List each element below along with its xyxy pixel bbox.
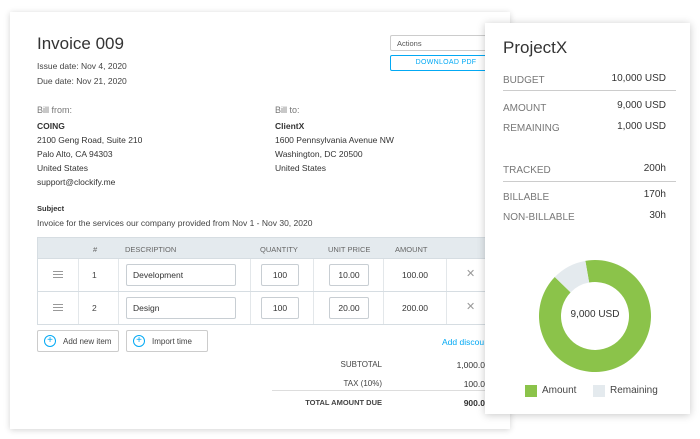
plus-circle-icon: +: [133, 335, 145, 347]
close-icon[interactable]: ✕: [466, 267, 475, 280]
column-divider: [313, 259, 314, 291]
column-divider: [78, 292, 79, 324]
stats-divider: [503, 90, 676, 91]
quantity-input[interactable]: 100: [261, 297, 299, 319]
total-due-label: TOTAL AMOUNT DUE: [305, 398, 382, 407]
issue-date: Issue date: Nov 4, 2020: [37, 61, 127, 71]
bill-to-line: United States: [275, 163, 327, 173]
row-amount: 200.00: [402, 303, 428, 313]
legend-swatch-amount: [525, 385, 537, 397]
tracked-label: TRACKED: [503, 165, 551, 176]
non-billable-value: 30h: [649, 210, 666, 221]
table-row: 1 Development 100 10.00 100.00 ✕: [37, 259, 510, 292]
bill-to-label: Bill to:: [275, 105, 300, 115]
row-amount: 100.00: [402, 270, 428, 280]
subject-label: Subject: [37, 204, 65, 213]
column-divider: [118, 292, 119, 324]
invoice-title: Invoice 009: [37, 34, 124, 53]
bill-from-line: 2100 Geng Road, Suite 210: [37, 135, 143, 145]
row-number: 1: [92, 270, 97, 280]
project-title: ProjectX: [503, 38, 568, 57]
billable-label: BILLABLE: [503, 192, 550, 203]
amount-label: AMOUNT: [503, 103, 547, 114]
column-divider: [250, 259, 251, 291]
column-divider: [250, 292, 251, 324]
import-time-button[interactable]: + Import time: [126, 330, 208, 352]
header-quantity: QUANTITY: [260, 245, 298, 254]
invoice-card: Invoice 009 Issue date: Nov 4, 2020 Due …: [10, 12, 510, 429]
project-summary-card: ProjectX BUDGET 10,000 USD AMOUNT 9,000 …: [485, 23, 690, 414]
billable-value: 170h: [643, 189, 666, 200]
screen: Invoice 009 Issue date: Nov 4, 2020 Due …: [0, 0, 700, 439]
bill-to-line: Washington, DC 20500: [275, 149, 363, 159]
non-billable-label: NON-BILLABLE: [503, 212, 575, 223]
legend-amount: Amount: [525, 385, 577, 397]
budget-label: BUDGET: [503, 75, 545, 86]
bill-from-label: Bill from:: [37, 105, 73, 115]
add-new-item-button[interactable]: + Add new item: [37, 330, 119, 352]
add-new-item-label: Add new item: [63, 337, 112, 346]
add-discount-link[interactable]: Add discou: [442, 337, 484, 347]
amount-donut-chart: 9,000 USD: [539, 260, 651, 372]
subject-text[interactable]: Invoice for the services our company pro…: [37, 218, 312, 228]
quantity-input[interactable]: 100: [261, 264, 299, 286]
bill-from-line: Palo Alto, CA 94303: [37, 149, 113, 159]
unit-price-input[interactable]: 10.00: [329, 264, 369, 286]
header-number: #: [93, 245, 98, 254]
column-divider: [383, 259, 384, 291]
column-divider: [383, 292, 384, 324]
bill-to-line: 1600 Pennsylvania Avenue NW: [275, 135, 394, 145]
bill-from-email: support@clockify.me: [37, 177, 116, 187]
items-table-header: # DESCRIPTION QUANTITY UNIT PRICE AMOUNT: [37, 237, 510, 259]
row-number: 2: [92, 303, 97, 313]
donut-center-label: 9,000 USD: [570, 309, 620, 320]
legend-remaining: Remaining: [593, 385, 658, 397]
legend-remaining-label: Remaining: [610, 385, 658, 396]
due-date: Due date: Nov 21, 2020: [37, 76, 127, 86]
column-divider: [118, 259, 119, 291]
column-divider: [446, 292, 447, 324]
header-amount: AMOUNT: [395, 245, 428, 254]
amount-value: 9,000 USD: [617, 100, 666, 111]
table-row: 2 Design 100 20.00 200.00 ✕: [37, 292, 510, 325]
drag-handle-icon[interactable]: [53, 304, 63, 311]
bill-to-name: ClientX: [275, 121, 305, 131]
unit-price-input[interactable]: 20.00: [329, 297, 369, 319]
plus-circle-icon: +: [44, 335, 56, 347]
tax-label: TAX (10%): [343, 379, 382, 388]
description-input[interactable]: Development: [126, 264, 236, 286]
header-unit-price: UNIT PRICE: [328, 245, 371, 254]
remaining-label: REMAINING: [503, 123, 560, 134]
remaining-value: 1,000 USD: [617, 121, 666, 132]
budget-value: 10,000 USD: [611, 73, 666, 84]
close-icon[interactable]: ✕: [466, 300, 475, 313]
header-description: DESCRIPTION: [125, 245, 177, 254]
column-divider: [446, 259, 447, 291]
stats-divider: [503, 181, 676, 182]
column-divider: [78, 259, 79, 291]
bill-from-line: United States: [37, 163, 89, 173]
legend-swatch-remaining: [593, 385, 605, 397]
column-divider: [313, 292, 314, 324]
bill-from-name: COING: [37, 121, 65, 131]
legend-amount-label: Amount: [542, 385, 577, 396]
description-input[interactable]: Design: [126, 297, 236, 319]
tracked-value: 200h: [643, 163, 666, 174]
totals-divider: [272, 390, 510, 391]
subtotal-label: SUBTOTAL: [340, 360, 383, 369]
import-time-label: Import time: [152, 337, 193, 346]
drag-handle-icon[interactable]: [53, 271, 63, 278]
